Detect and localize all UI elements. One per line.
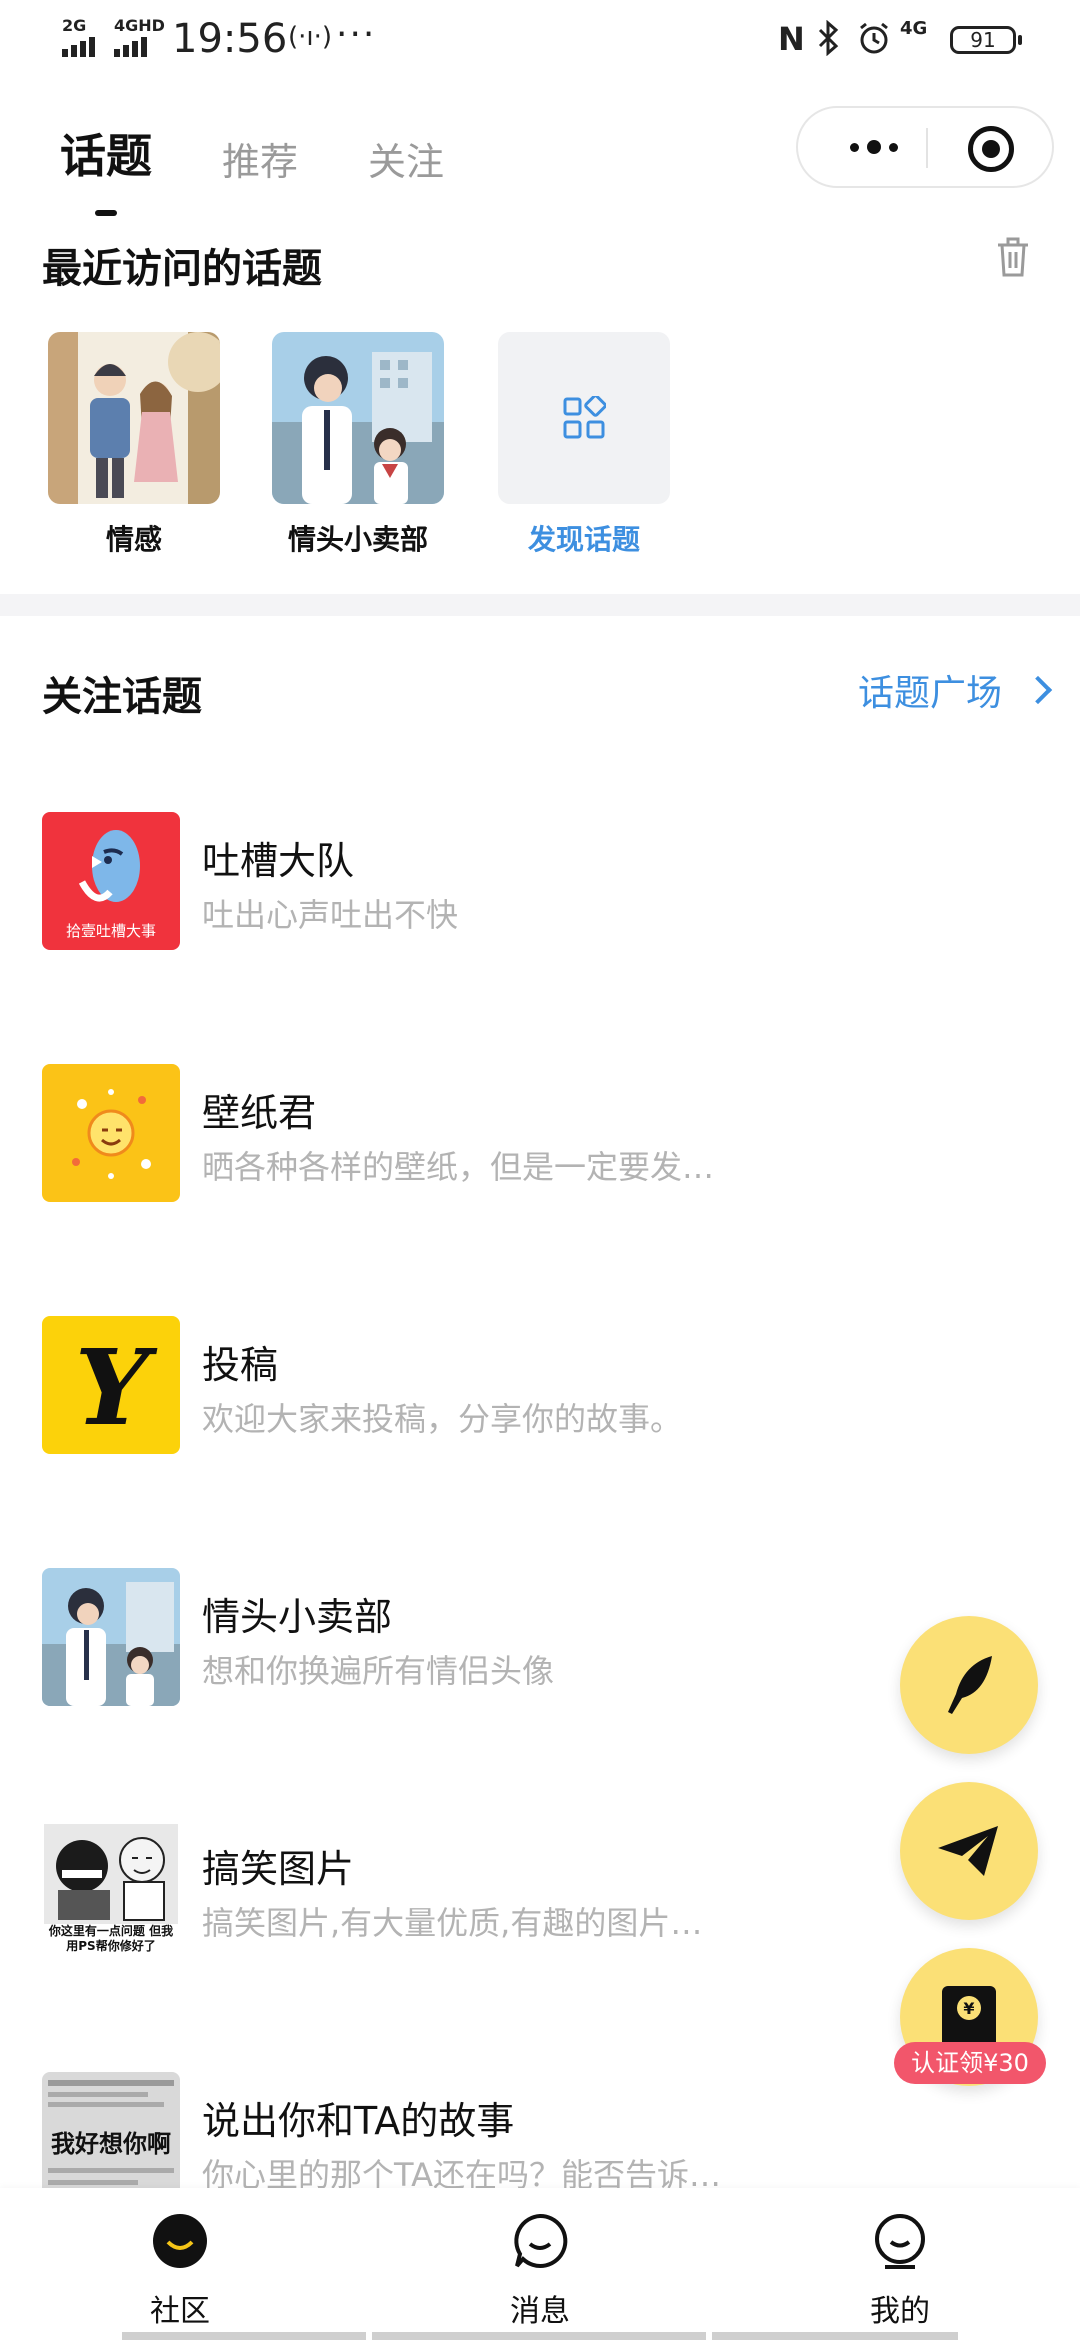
topic-item[interactable]: 你这里有一点问题 但我用PS帮你修好了 搞笑图片 搞笑图片,有大量优质,有趣的图… — [42, 1820, 862, 1960]
nav-messages-label: 消息 — [510, 2294, 570, 2329]
topic-avatar-text: Y — [75, 1326, 158, 1449]
nav-community-label: 社区 — [150, 2294, 210, 2329]
nfc-icon: N — [778, 20, 805, 58]
topic-name: 壁纸君 — [202, 1091, 317, 1135]
topic-item[interactable]: Y 投稿 欢迎大家来投稿，分享你的故事。 — [42, 1316, 862, 1456]
tab-topics-label: 话题 — [60, 129, 152, 183]
sim1-label: 2G — [62, 16, 87, 35]
topic-avatar — [42, 1568, 180, 1706]
battery-level: 91 — [970, 28, 996, 52]
recent-topic-couple-avatars-image — [272, 332, 444, 504]
hotspot-icon: (·ı·) — [288, 22, 333, 52]
status-bar: 2G 4GHD 19:56 (·ı·) ··· N 4G 91 — [0, 0, 1080, 84]
tab-active-indicator — [95, 210, 117, 216]
community-icon — [151, 2212, 209, 2270]
trash-icon[interactable] — [996, 236, 1030, 278]
tab-recommend[interactable]: 推荐 — [222, 131, 298, 186]
system-bar-segment — [372, 2332, 706, 2340]
topic-avatar-text: 我好想你啊 — [51, 2129, 171, 2158]
chevron-right-icon — [1023, 675, 1053, 705]
miniprogram-capsule — [796, 106, 1054, 188]
tab-recommend-label: 推荐 — [222, 140, 299, 184]
recent-topics-title: 最近访问的话题 — [42, 246, 322, 292]
topic-desc: 吐出心声吐出不快 — [202, 896, 459, 934]
paper-plane-icon — [938, 1826, 998, 1876]
capsule-divider — [926, 128, 928, 168]
sim1-signal: 2G — [62, 18, 95, 57]
discover-topics-button[interactable]: 发现话题 — [498, 332, 670, 558]
topic-desc: 想和你换遍所有情侣头像 — [202, 1652, 555, 1690]
topic-avatar — [42, 1064, 180, 1202]
system-bar-segment — [122, 2332, 366, 2340]
more-options-button[interactable] — [834, 114, 914, 180]
nav-messages[interactable]: 消息 — [470, 2212, 610, 2330]
message-icon — [511, 2212, 569, 2270]
topic-desc: 晒各种各样的壁纸，但是一定要发… — [202, 1148, 715, 1186]
share-button[interactable] — [900, 1782, 1038, 1920]
profile-icon — [871, 2212, 929, 2270]
followed-topics-title: 关注话题 — [42, 674, 202, 720]
recent-topic-label: 情头小卖部 — [287, 523, 428, 556]
recent-topic-label: 情感 — [105, 523, 162, 556]
discover-topics-label: 发现话题 — [527, 523, 640, 556]
topic-name: 投稿 — [202, 1343, 279, 1387]
status-more-icon: ··· — [336, 14, 377, 55]
topic-avatar: 拾壹吐槽大事 — [42, 812, 180, 950]
section-divider — [0, 594, 1080, 616]
alarm-icon — [860, 22, 888, 54]
topic-name: 搞笑图片 — [202, 1847, 355, 1891]
verify-reward-badge[interactable]: 认证领¥30 — [894, 2042, 1046, 2084]
topic-item[interactable]: 情头小卖部 想和你换遍所有情侣头像 — [42, 1568, 862, 1708]
battery-icon: 91 — [950, 26, 1022, 54]
sim2-label: 4GHD — [114, 16, 165, 35]
topic-plaza-link[interactable]: 话题广场 — [857, 664, 1053, 716]
sim2-signal: 4GHD — [114, 18, 165, 57]
grid-icon — [563, 396, 606, 439]
network-4g-icon: 4G — [900, 18, 928, 39]
svg-text:¥: ¥ — [963, 1999, 974, 2018]
recent-topic-emotion-image — [48, 332, 220, 504]
nav-community[interactable]: 社区 — [110, 2212, 250, 2330]
topic-desc: 欢迎大家来投稿，分享你的故事。 — [202, 1400, 683, 1438]
bottom-navigation: 社区 消息 我的 — [0, 2188, 1080, 2340]
tab-topics[interactable]: 话题 — [60, 120, 152, 216]
topic-item[interactable]: 壁纸君 晒各种各样的壁纸，但是一定要发… — [42, 1064, 862, 1204]
feather-pen-icon — [948, 1656, 992, 1714]
topic-avatar-text: 你这里有一点问题 但我用PS帮你修好了 — [48, 1924, 174, 1953]
topic-item[interactable]: 拾壹吐槽大事 吐槽大队 吐出心声吐出不快 — [42, 812, 862, 952]
topic-plaza-label: 话题广场 — [857, 673, 1002, 714]
recent-topic-emotion[interactable]: 情感 — [48, 332, 220, 558]
tab-following[interactable]: 关注 — [368, 131, 444, 186]
status-time: 19:56 — [172, 16, 288, 62]
recent-topic-couple-avatars[interactable]: 情头小卖部 — [272, 332, 444, 558]
close-miniprogram-button[interactable] — [968, 126, 1014, 172]
nav-profile-label: 我的 — [870, 2294, 930, 2329]
topic-name: 情头小卖部 — [202, 1595, 393, 1639]
tab-following-label: 关注 — [368, 140, 445, 184]
topic-avatar-text: 拾壹吐槽大事 — [66, 922, 156, 940]
nav-profile[interactable]: 我的 — [830, 2212, 970, 2330]
topic-name: 说出你和TA的故事 — [202, 2099, 515, 2143]
topic-avatar: Y — [42, 1316, 180, 1454]
system-bar-segment — [712, 2332, 958, 2340]
discover-thumb — [498, 332, 670, 504]
write-post-button[interactable] — [900, 1616, 1038, 1754]
topic-avatar: 你这里有一点问题 但我用PS帮你修好了 — [42, 1820, 180, 1958]
top-tabs: 话题 推荐 关注 — [60, 120, 514, 216]
bluetooth-icon — [818, 20, 839, 56]
topic-name: 吐槽大队 — [202, 839, 355, 883]
topic-desc: 搞笑图片,有大量优质,有趣的图片… — [202, 1904, 703, 1942]
